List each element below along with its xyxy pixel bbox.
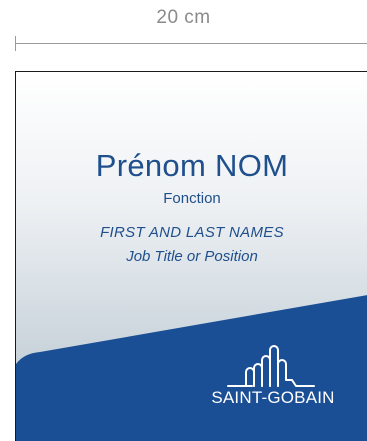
person-name: Prénom NOM	[95, 148, 289, 183]
saint-gobain-city-icon	[227, 345, 315, 387]
person-role: Fonction	[163, 190, 221, 207]
dimension-label: 20 cm	[156, 7, 211, 28]
person-name-english: FIRST AND LAST NAMES	[100, 224, 284, 241]
logo-wordmark: SAINT-GOBAIN	[211, 388, 335, 407]
name-panel: Prénom NOM Fonction FIRST AND LAST NAMES…	[15, 71, 367, 441]
saint-gobain-logo: SAINT-GOBAIN	[198, 344, 348, 414]
dimension-line	[15, 43, 367, 44]
person-role-english: Job Title or Position	[126, 248, 258, 265]
dimension-annotation: 20 cm	[0, 0, 367, 60]
